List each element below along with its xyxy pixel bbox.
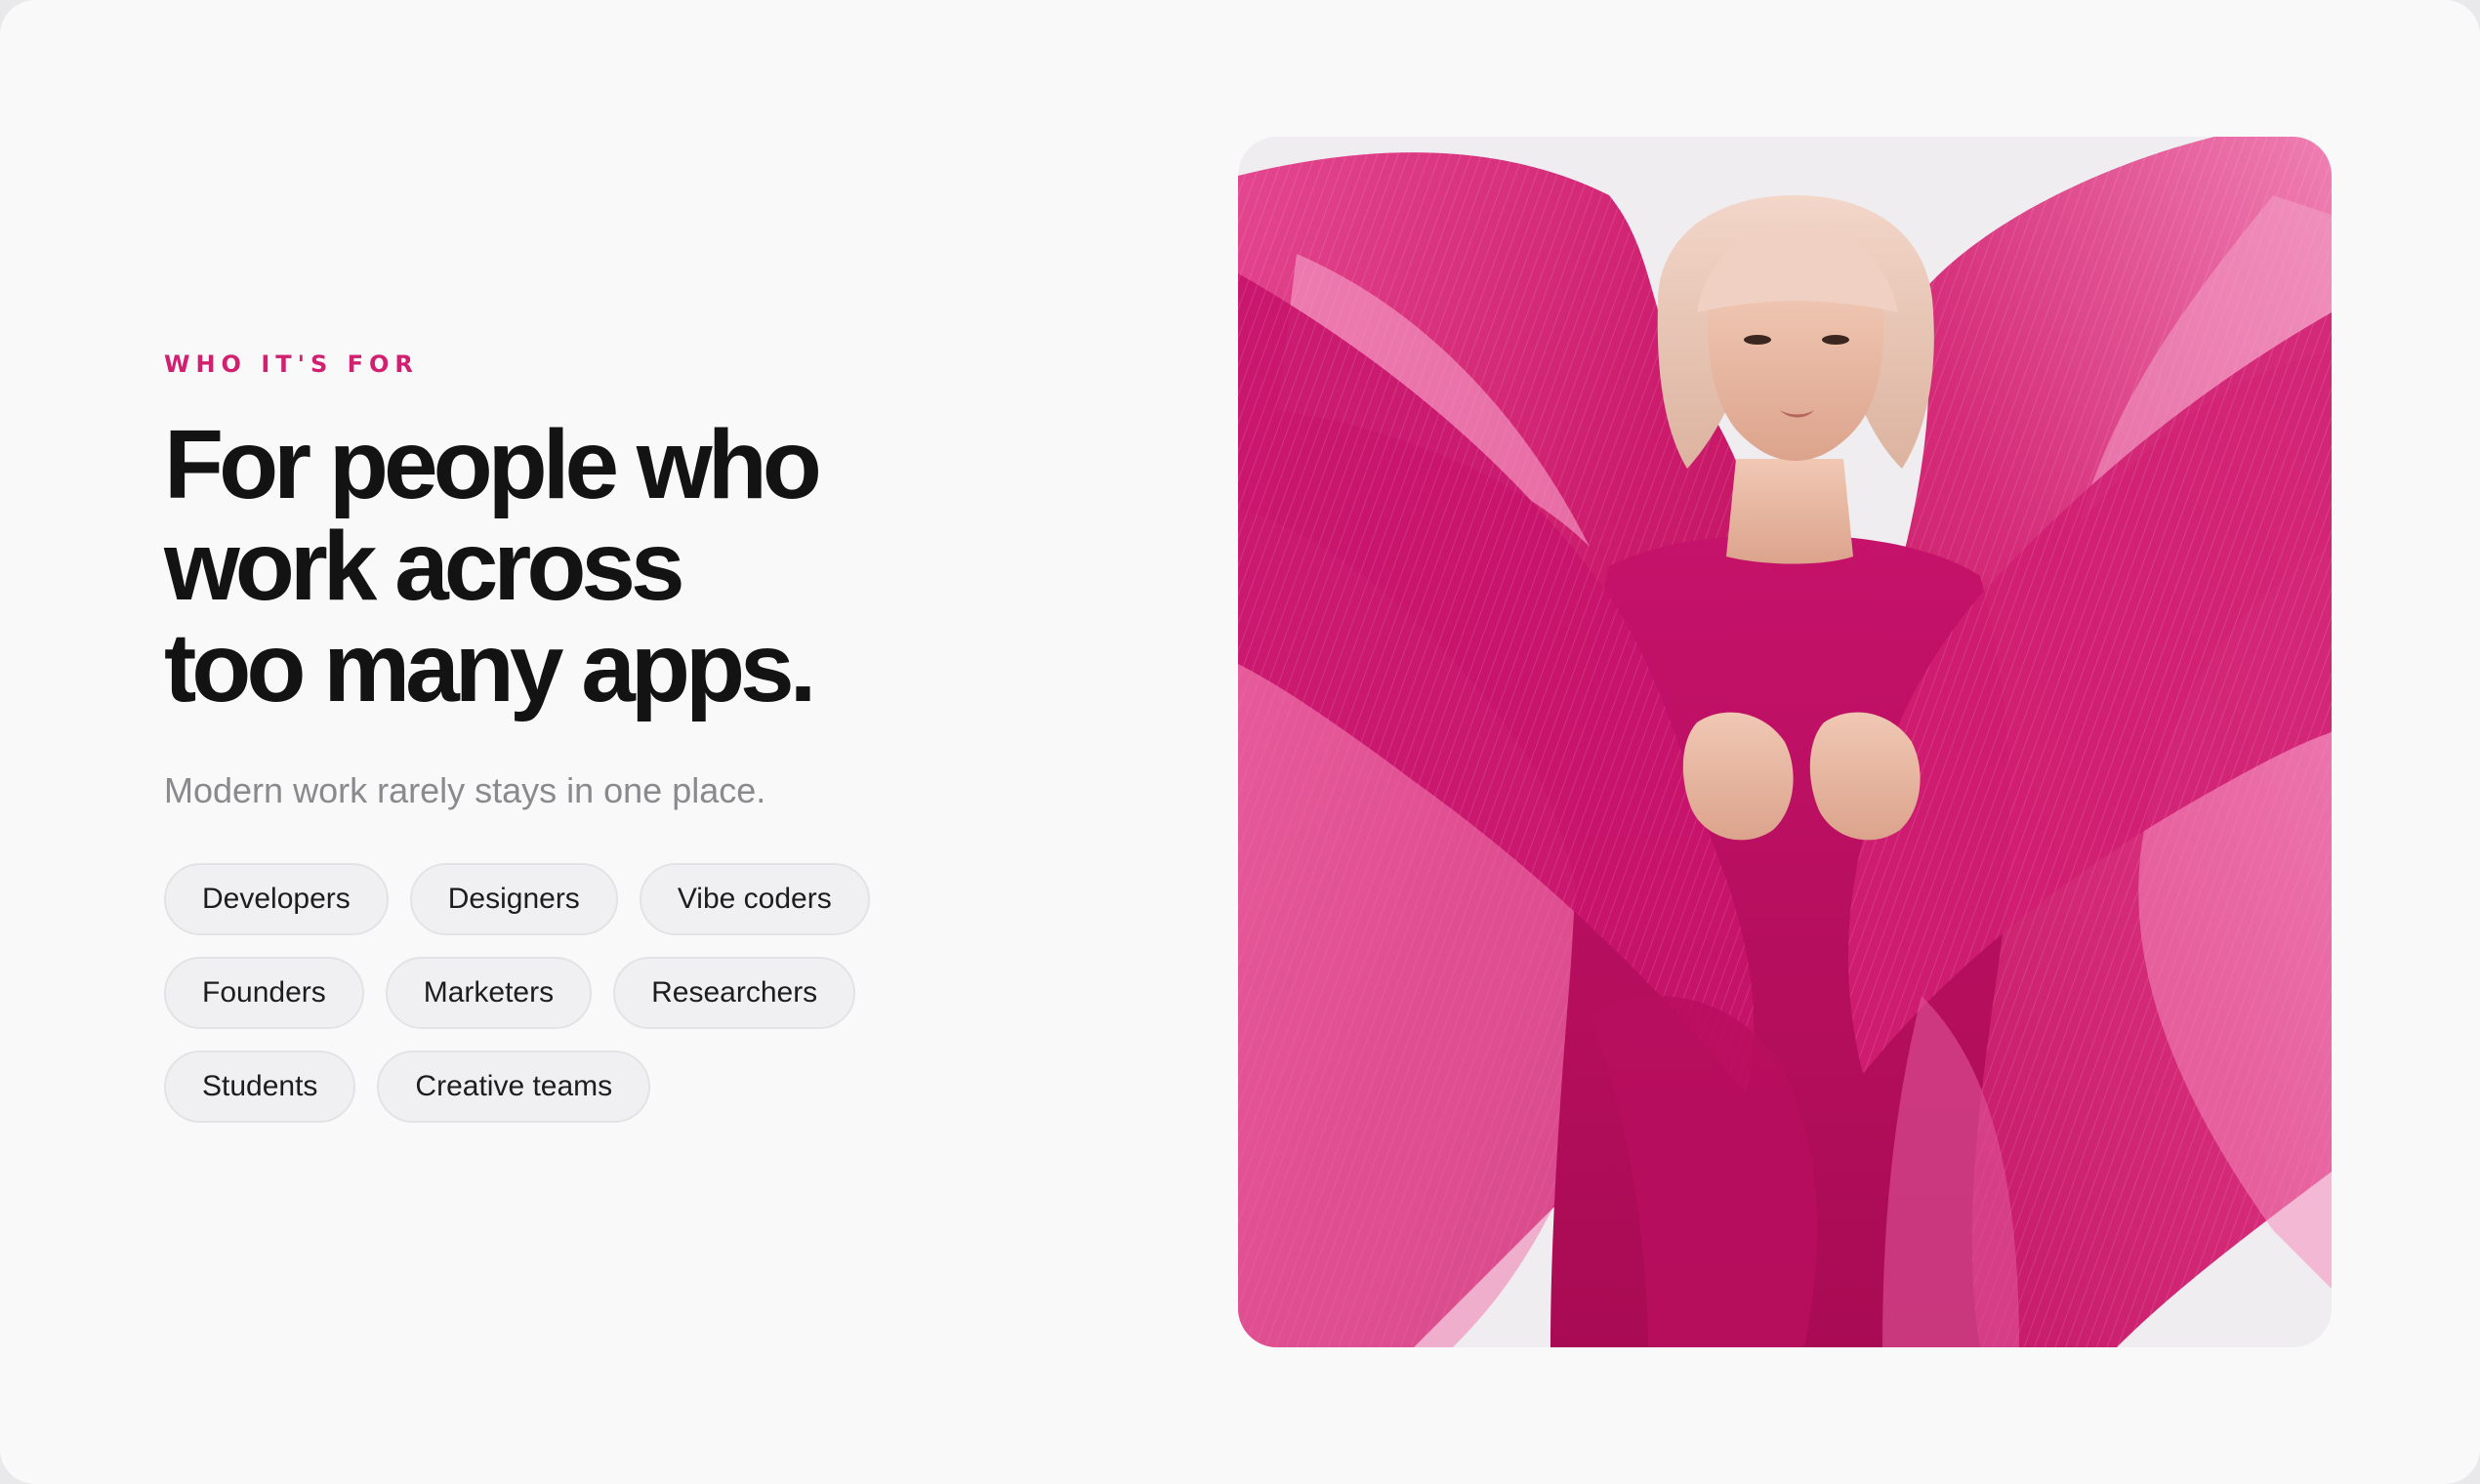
headline-line: For people who xyxy=(164,410,822,519)
chip-founders[interactable]: Founders xyxy=(164,957,364,1029)
headline-line: work across xyxy=(164,512,685,621)
headline-line: too many apps. xyxy=(164,613,816,722)
chip-row: Students Creative teams xyxy=(164,1051,906,1123)
chip-marketers[interactable]: Marketers xyxy=(385,957,593,1029)
text-column: WHO IT'S FOR For people who work across … xyxy=(164,350,1043,1144)
chip-row: Developers Designers Vibe coders xyxy=(164,863,906,935)
chip-students[interactable]: Students xyxy=(164,1051,356,1123)
chip-designers[interactable]: Designers xyxy=(409,863,618,935)
hero-photo xyxy=(1238,137,2332,1347)
chip-creative-teams[interactable]: Creative teams xyxy=(377,1051,651,1123)
who-its-for-section: WHO IT'S FOR For people who work across … xyxy=(0,0,2480,1484)
eyebrow-label: WHO IT'S FOR xyxy=(164,350,419,378)
audience-chips: Developers Designers Vibe coders Founder… xyxy=(164,863,906,1123)
chip-row: Founders Marketers Researchers xyxy=(164,957,906,1029)
hero-photo-illustration xyxy=(1238,137,2332,1347)
section-subhead: Modern work rarely stays in one place. xyxy=(164,770,766,810)
chip-vibe-coders[interactable]: Vibe coders xyxy=(639,863,870,935)
chip-researchers[interactable]: Researchers xyxy=(613,957,856,1029)
chip-developers[interactable]: Developers xyxy=(164,863,389,935)
section-headline: For people who work across too many apps… xyxy=(164,414,1043,719)
